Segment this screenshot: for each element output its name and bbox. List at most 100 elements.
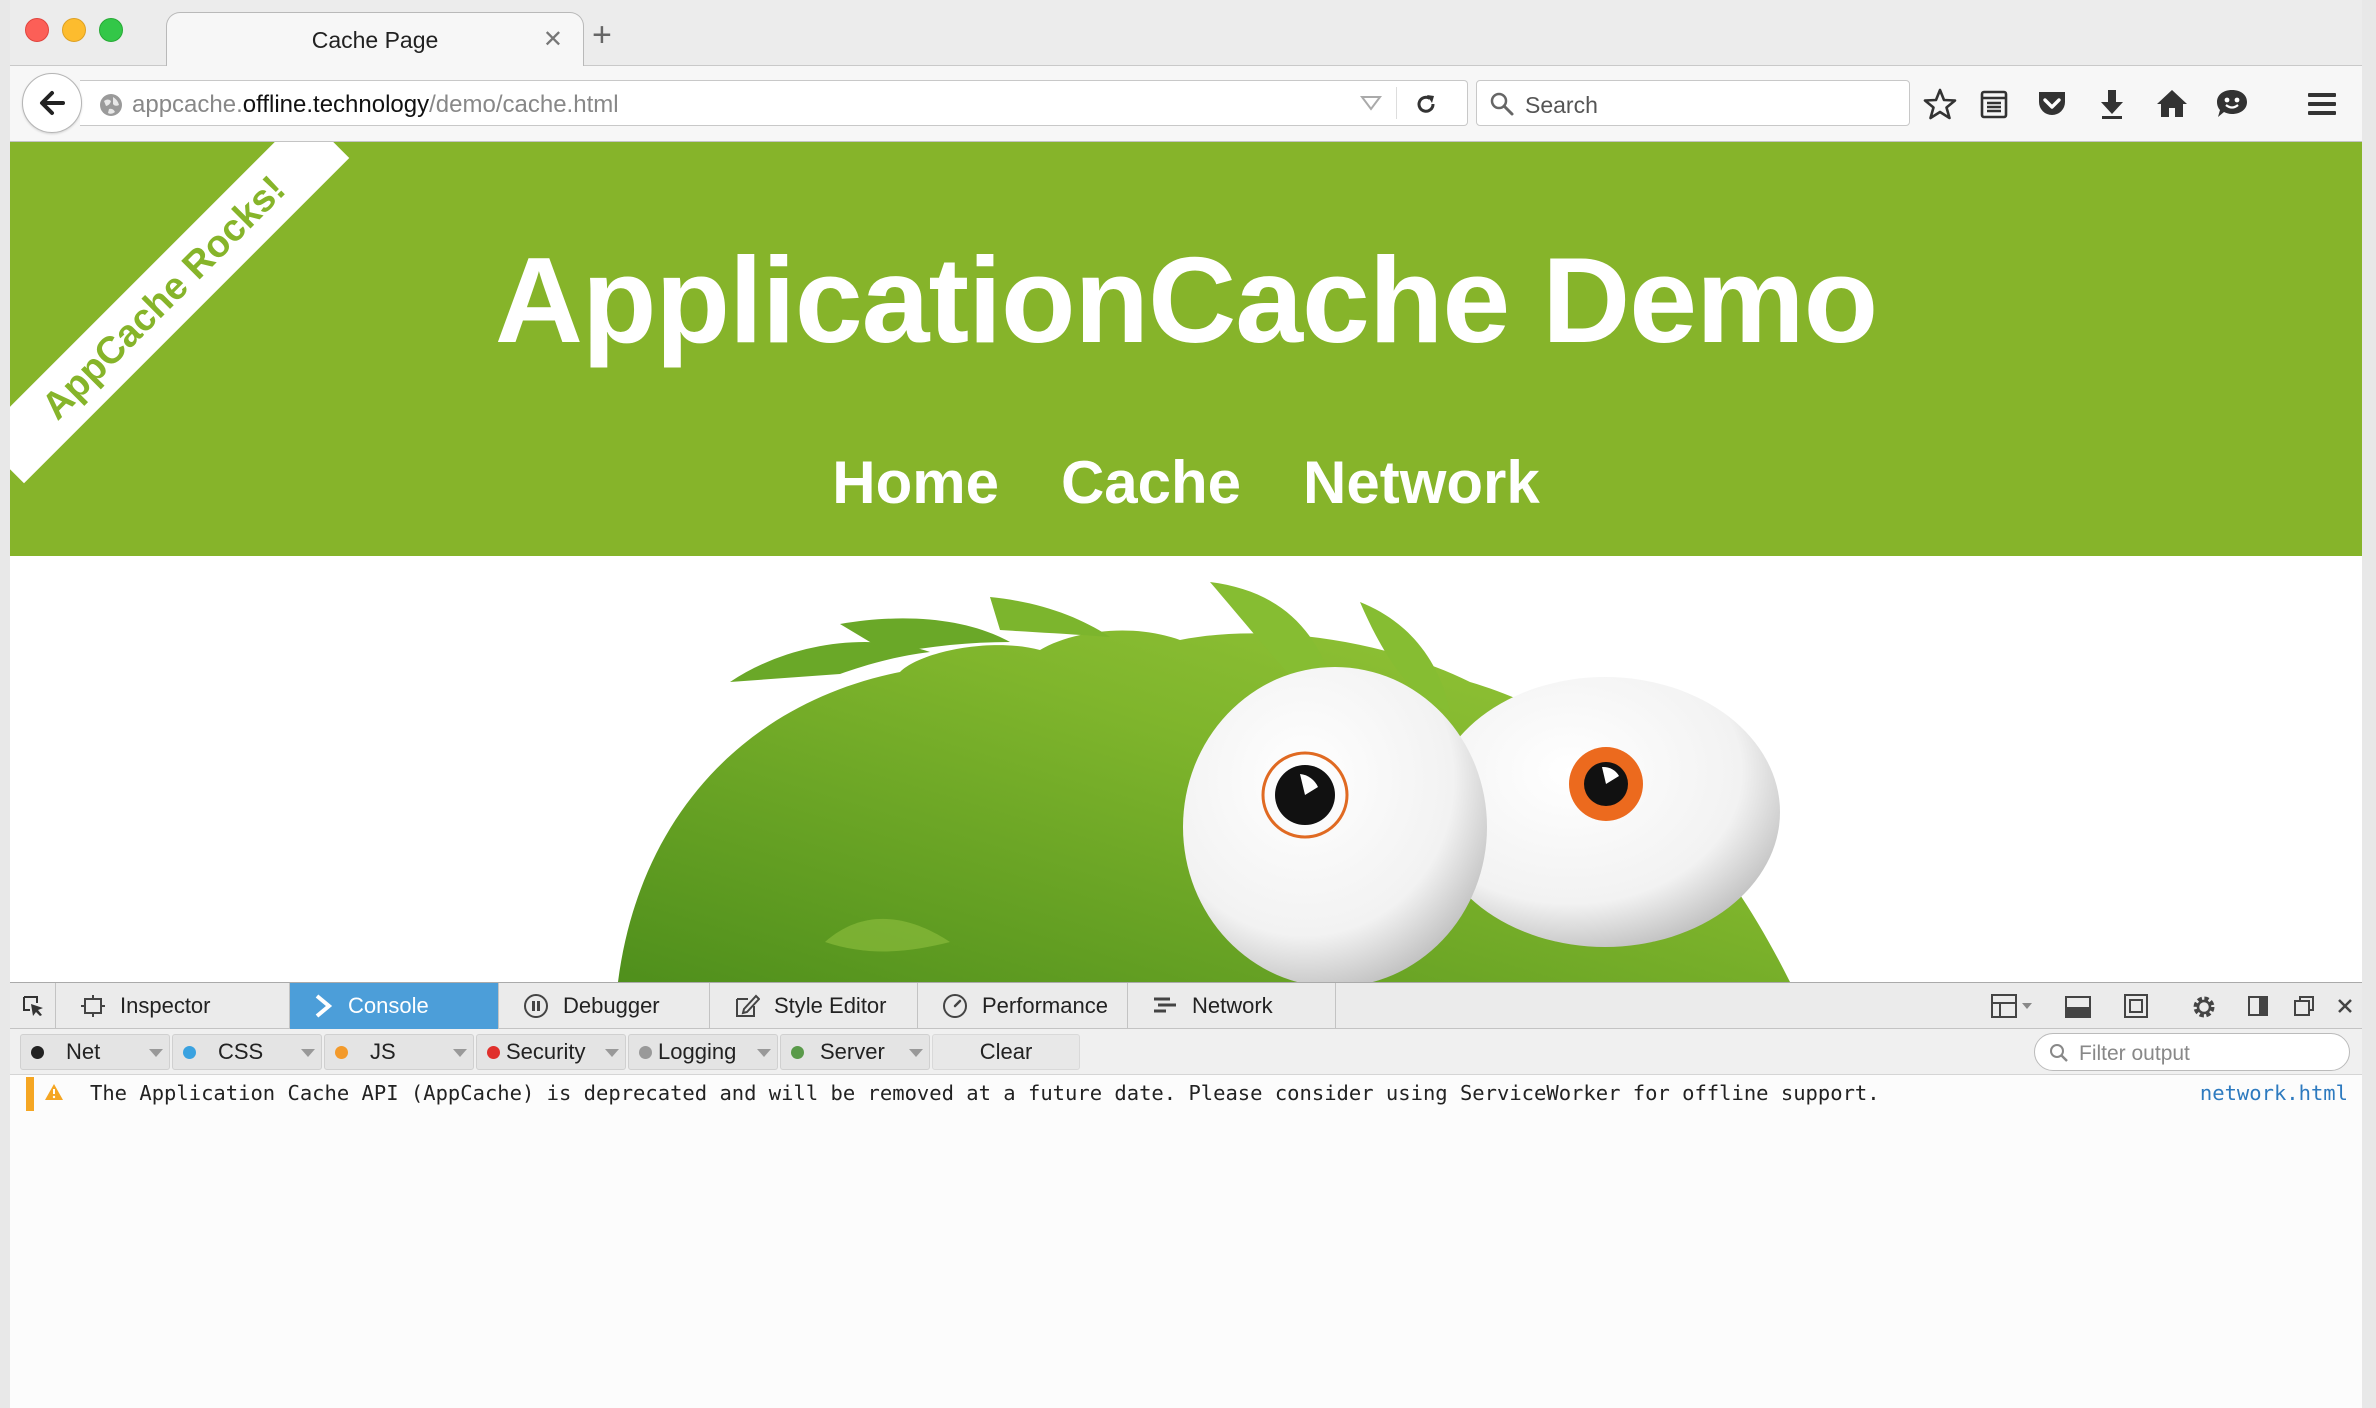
tab-style-editor-label: Style Editor bbox=[774, 993, 887, 1018]
download-icon[interactable] bbox=[2094, 86, 2130, 122]
tab-close-icon[interactable]: ✕ bbox=[543, 25, 563, 54]
chevron-down-icon[interactable] bbox=[301, 1049, 315, 1057]
pocket-icon[interactable] bbox=[2034, 86, 2070, 122]
tab-network-label: Network bbox=[1192, 993, 1273, 1018]
nav-link-cache[interactable]: Cache bbox=[1061, 448, 1241, 517]
search-input[interactable]: Search bbox=[1476, 80, 1910, 126]
nav-link-home[interactable]: Home bbox=[832, 448, 999, 517]
split-console-icon[interactable] bbox=[1990, 993, 2036, 1019]
clear-console-button[interactable]: Clear bbox=[932, 1034, 1080, 1070]
page-title: ApplicationCache Demo bbox=[494, 232, 1878, 368]
url-bar[interactable]: appcache.offline.technology/demo/cache.h… bbox=[80, 80, 1468, 126]
chevron-down-icon[interactable] bbox=[149, 1049, 163, 1057]
window-maximize-button[interactable] bbox=[99, 18, 123, 42]
console-filter-bar: Net CSS JS Security Logging Server Clear… bbox=[10, 1029, 2362, 1075]
reload-icon[interactable] bbox=[1413, 91, 1439, 117]
console-message-text: The Application Cache API (AppCache) is … bbox=[90, 1081, 1880, 1105]
site-nav: Home Cache Network bbox=[10, 448, 2362, 517]
network-icon bbox=[1154, 997, 1176, 1013]
tab-console[interactable]: Console bbox=[290, 983, 499, 1029]
console-icon bbox=[315, 994, 333, 1018]
security-dot-icon bbox=[487, 1045, 500, 1059]
element-picker-icon bbox=[23, 996, 43, 1016]
nav-bar: appcache.offline.technology/demo/cache.h… bbox=[10, 66, 2362, 142]
inspector-icon bbox=[81, 995, 105, 1017]
net-dot-icon bbox=[31, 1045, 44, 1059]
logging-dot-icon bbox=[639, 1045, 652, 1059]
filter-server-label: Server bbox=[820, 1039, 885, 1064]
chevron-down-icon[interactable] bbox=[757, 1049, 771, 1057]
chat-icon[interactable] bbox=[2214, 86, 2250, 122]
filter-css-label: CSS bbox=[218, 1039, 264, 1064]
title-bar: Cache Page ✕ + bbox=[10, 0, 2362, 68]
devtools-panel: Inspector Console Debugger Style Editor … bbox=[10, 982, 2362, 1408]
filter-output-input[interactable]: Filter output bbox=[2034, 1033, 2350, 1071]
filter-security-label: Security bbox=[506, 1039, 586, 1064]
chevron-down-icon[interactable] bbox=[909, 1049, 923, 1057]
tab-console-label: Console bbox=[348, 993, 429, 1018]
dock-side-icon[interactable] bbox=[2246, 993, 2270, 1019]
tab-style-editor[interactable]: Style Editor bbox=[710, 983, 918, 1029]
mascot-illustration bbox=[618, 582, 1790, 982]
page-viewport: AppCache Rocks! ApplicationCache Demo Ho… bbox=[10, 142, 2362, 982]
screenshot-icon[interactable] bbox=[2122, 993, 2150, 1019]
url-separator bbox=[1396, 87, 1397, 119]
globe-icon bbox=[100, 94, 122, 116]
devtools-tabs: Inspector Console Debugger Style Editor … bbox=[10, 983, 2362, 1029]
browser-window: Cache Page ✕ + appcache.offline.technolo… bbox=[10, 0, 2362, 1408]
home-icon[interactable] bbox=[2154, 86, 2190, 122]
close-devtools-icon[interactable] bbox=[2336, 997, 2354, 1015]
server-dot-icon bbox=[791, 1045, 804, 1059]
window-close-button[interactable] bbox=[25, 18, 49, 42]
tab-performance-label: Performance bbox=[982, 993, 1108, 1018]
search-icon bbox=[2050, 1044, 2068, 1062]
menu-icon[interactable] bbox=[2304, 86, 2340, 122]
search-icon bbox=[1490, 92, 1514, 116]
console-message-source-link[interactable]: network.html bbox=[2200, 1081, 2348, 1105]
filter-js-button[interactable]: JS bbox=[324, 1034, 474, 1070]
dropdown-icon[interactable] bbox=[1360, 93, 1382, 113]
tab-inspector[interactable]: Inspector bbox=[56, 983, 290, 1029]
filter-css-button[interactable]: CSS bbox=[172, 1034, 322, 1070]
tab-performance[interactable]: Performance bbox=[918, 983, 1128, 1029]
filter-security-button[interactable]: Security bbox=[476, 1034, 626, 1070]
tab-cache-page[interactable]: Cache Page ✕ bbox=[166, 12, 584, 68]
filter-logging-button[interactable]: Logging bbox=[628, 1034, 778, 1070]
tab-network[interactable]: Network bbox=[1128, 983, 1336, 1029]
performance-icon bbox=[943, 994, 967, 1018]
filter-net-button[interactable]: Net bbox=[20, 1034, 170, 1070]
star-icon[interactable] bbox=[1922, 86, 1958, 122]
tab-inspector-label: Inspector bbox=[120, 993, 211, 1018]
tab-title: Cache Page bbox=[311, 27, 439, 53]
console-message: The Application Cache API (AppCache) is … bbox=[10, 1075, 2362, 1113]
js-dot-icon bbox=[335, 1045, 348, 1059]
site-header: AppCache Rocks! ApplicationCache Demo Ho… bbox=[10, 142, 2362, 556]
css-dot-icon bbox=[183, 1045, 196, 1059]
new-tab-icon[interactable]: + bbox=[592, 18, 612, 52]
element-picker-button[interactable] bbox=[10, 983, 56, 1029]
reading-list-icon[interactable] bbox=[1976, 86, 2012, 122]
filter-js-label: JS bbox=[370, 1039, 396, 1064]
undock-icon[interactable] bbox=[2292, 993, 2316, 1019]
chevron-down-icon[interactable] bbox=[605, 1049, 619, 1057]
gear-icon[interactable] bbox=[2190, 993, 2218, 1021]
tab-debugger[interactable]: Debugger bbox=[499, 983, 710, 1029]
url-prefix: appcache. bbox=[132, 91, 243, 118]
tab-debugger-label: Debugger bbox=[563, 993, 660, 1018]
chevron-down-icon[interactable] bbox=[453, 1049, 467, 1057]
window-minimize-button[interactable] bbox=[62, 18, 86, 42]
url-text: appcache.offline.technology/demo/cache.h… bbox=[132, 91, 619, 119]
responsive-mode-icon[interactable] bbox=[2064, 993, 2092, 1019]
back-icon bbox=[40, 91, 65, 115]
style-editor-icon bbox=[736, 994, 760, 1017]
search-placeholder: Search bbox=[1525, 92, 1598, 118]
warning-marker bbox=[26, 1077, 34, 1111]
filter-output-placeholder: Filter output bbox=[2079, 1042, 2190, 1065]
filter-net-label: Net bbox=[66, 1039, 101, 1064]
url-domain: offline.technology bbox=[242, 91, 430, 118]
filter-server-button[interactable]: Server bbox=[780, 1034, 930, 1070]
nav-link-network[interactable]: Network bbox=[1303, 448, 1540, 517]
filter-logging-label: Logging bbox=[658, 1039, 737, 1064]
back-button[interactable] bbox=[22, 73, 82, 133]
debugger-icon bbox=[524, 994, 548, 1018]
